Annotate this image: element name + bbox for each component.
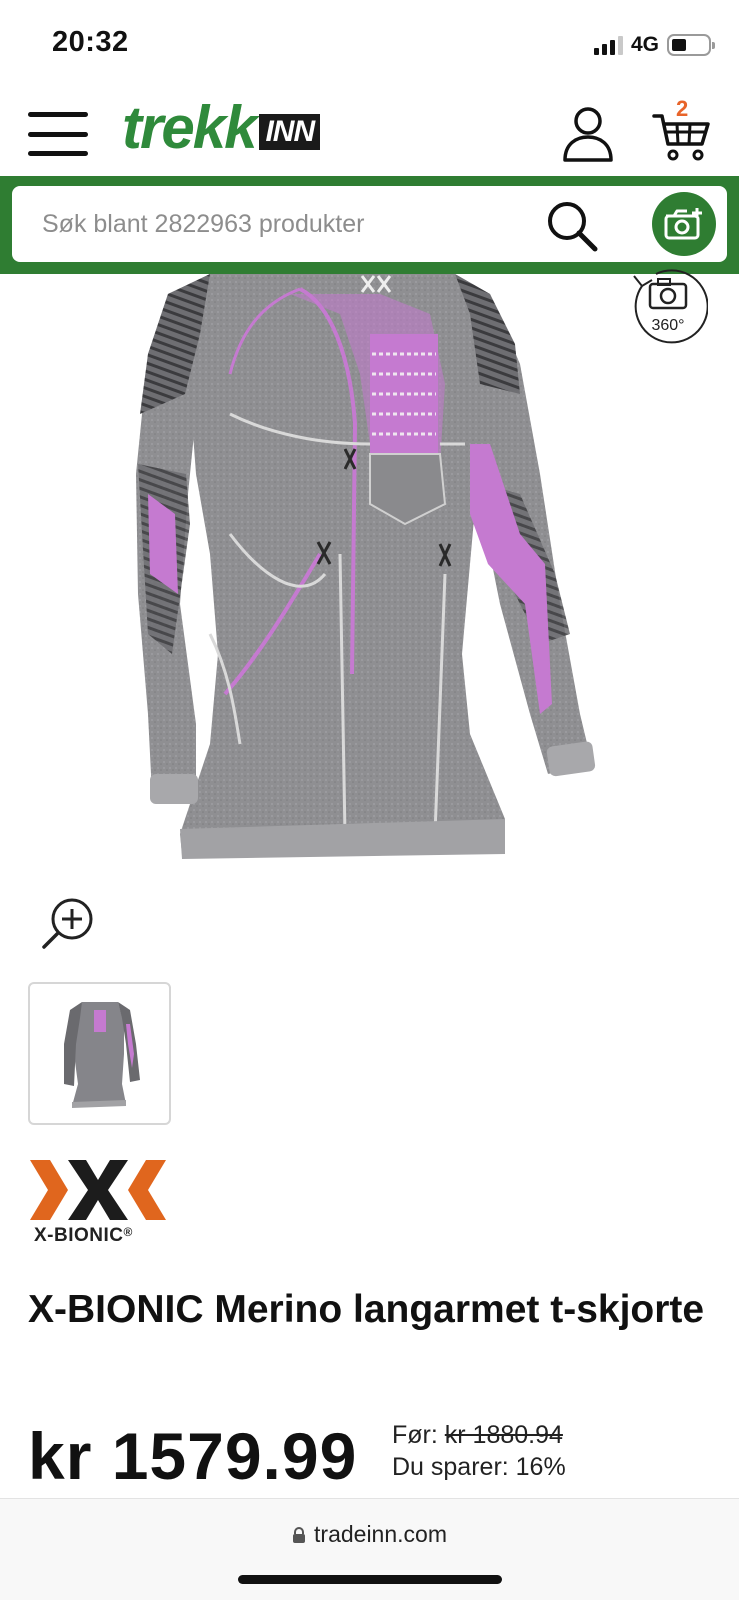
view-360-button[interactable]: 360° <box>628 268 708 348</box>
zoom-in-icon[interactable] <box>40 895 96 951</box>
status-indicators: 4G <box>593 33 715 57</box>
product-title: X-BIONIC Merino langarmet t-skjorte <box>28 1288 705 1331</box>
brand-logo[interactable]: X-BIONIC® <box>28 1155 168 1253</box>
home-indicator[interactable] <box>238 1575 502 1584</box>
view-360-label: 360° <box>651 317 684 334</box>
cart-button[interactable]: 2 <box>652 96 714 161</box>
signal-icon <box>593 35 623 55</box>
product-thumbnail[interactable] <box>28 982 171 1125</box>
search-box: Søk blant 2822963 produkter <box>12 186 727 262</box>
menu-icon[interactable] <box>28 112 88 156</box>
url-field[interactable]: tradeinn.com <box>0 1521 739 1548</box>
lock-icon <box>293 1527 306 1543</box>
logo-badge: INN <box>259 114 321 150</box>
search-bar: Søk blant 2822963 produkter <box>0 176 739 274</box>
brand-name: X-BIONIC® <box>34 1225 133 1246</box>
product-main-image[interactable] <box>0 274 739 884</box>
browser-address-bar: tradeinn.com <box>0 1498 739 1600</box>
site-header: trekk INN 2 <box>0 92 739 176</box>
image-search-button[interactable] <box>652 192 716 256</box>
shopping-cart-icon <box>652 114 710 161</box>
site-logo[interactable]: trekk INN <box>122 94 321 161</box>
battery-icon <box>667 34 715 56</box>
product-price: kr 1579.99 <box>28 1419 358 1493</box>
user-account-icon[interactable] <box>562 106 614 162</box>
savings-text: Du sparer: 16% <box>392 1453 566 1481</box>
search-icon[interactable] <box>546 200 598 252</box>
before-label: Før: <box>392 1421 438 1449</box>
price-comparison: Før: kr 1880.94 Du sparer: 16% <box>392 1419 566 1483</box>
network-type: 4G <box>630 33 659 56</box>
search-input[interactable]: Søk blant 2822963 produkter <box>42 210 364 239</box>
url-text: tradeinn.com <box>314 1521 447 1547</box>
original-price: kr 1880.94 <box>444 1421 563 1449</box>
camera-add-icon <box>664 208 702 240</box>
status-bar: 20:32 4G <box>0 0 739 92</box>
logo-wordmark: trekk <box>122 94 257 161</box>
status-time: 20:32 <box>52 26 129 58</box>
